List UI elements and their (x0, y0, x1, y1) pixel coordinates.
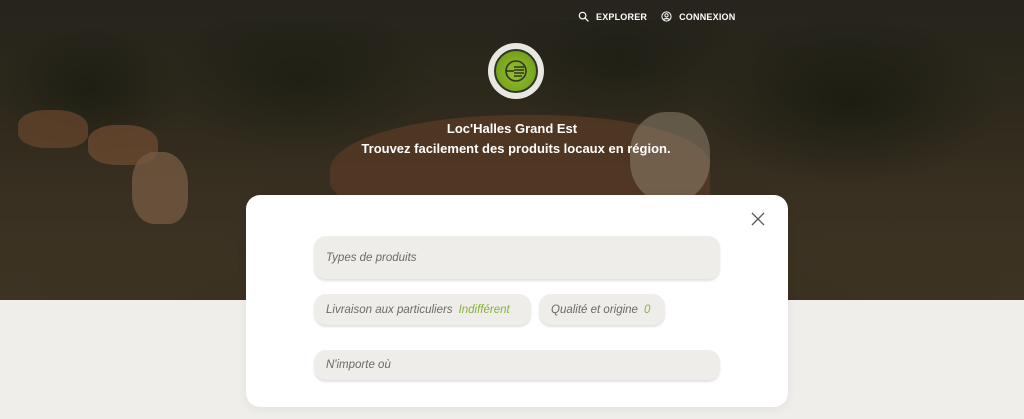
hero-subtitle: Trouvez facilement des produits locaux e… (361, 141, 671, 156)
delivery-value: Indifférent (458, 303, 510, 316)
site-logo[interactable] (488, 43, 544, 99)
login-label: CONNEXION (679, 11, 736, 22)
product-types-placeholder: Types de produits (326, 251, 417, 264)
top-nav: EXPLORER CONNEXION (578, 11, 735, 22)
product-types-input[interactable]: Types de produits (314, 236, 720, 279)
quality-value: 0 (643, 303, 651, 316)
search-card: Types de produits Livraison aux particul… (246, 195, 788, 407)
delivery-label: Livraison aux particuliers (326, 303, 453, 316)
search-icon (578, 11, 589, 22)
location-input[interactable]: N'importe où (314, 350, 720, 380)
quality-filter[interactable]: Qualité et origine 0 (539, 294, 665, 325)
login-link[interactable]: CONNEXION (661, 11, 735, 22)
close-icon[interactable] (750, 211, 766, 227)
user-icon (661, 11, 672, 22)
explore-label: EXPLORER (596, 11, 648, 22)
quality-label: Qualité et origine (551, 303, 638, 316)
delivery-filter[interactable]: Livraison aux particuliers Indifférent (314, 294, 531, 325)
hero-title: Loc'Halles Grand Est (446, 121, 578, 136)
explore-link[interactable]: EXPLORER (578, 11, 647, 22)
logo-icon (494, 49, 538, 93)
location-placeholder: N'importe où (326, 359, 391, 371)
